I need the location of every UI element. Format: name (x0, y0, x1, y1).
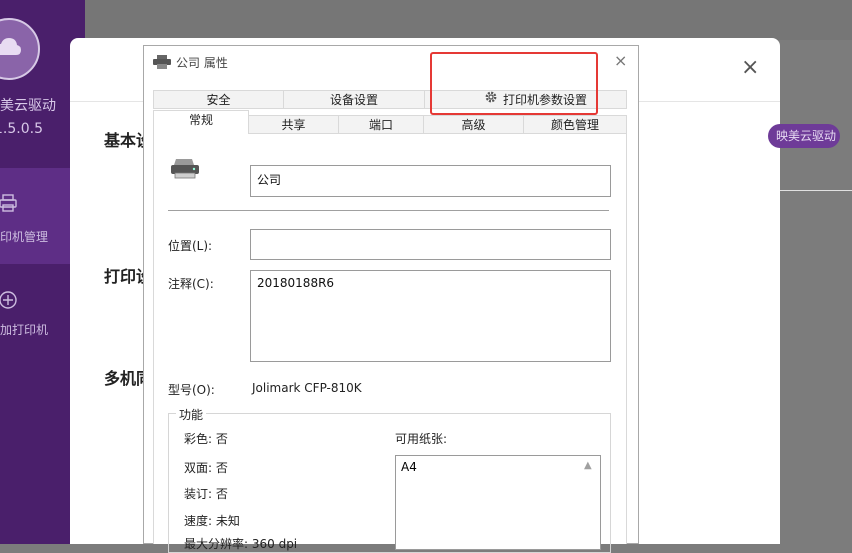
tab-security[interactable]: 安全 (153, 90, 284, 109)
tab-ports[interactable]: 端口 (338, 115, 424, 134)
plus-circle-icon[interactable] (0, 290, 18, 314)
sidebar-item-label: 添加打印机 (0, 323, 49, 337)
comment-label: 注释(C): (168, 277, 214, 291)
tab-advanced[interactable]: 高级 (423, 115, 524, 134)
app-version: 1.5.0.5 (0, 121, 43, 137)
model-value: Jolimark CFP-810K (252, 381, 362, 395)
printer-name-field[interactable]: 公司 (250, 165, 611, 197)
dialog-title: 公司 属性 (176, 56, 228, 70)
cloud-logo-icon (0, 18, 40, 80)
close-icon[interactable]: × (741, 57, 759, 79)
feature-staple: 装订: 否 (184, 487, 228, 501)
feature-color: 彩色: 否 (184, 432, 228, 446)
printer-icon (170, 158, 200, 184)
model-label: 型号(O): (168, 383, 215, 397)
header-band (85, 0, 852, 40)
location-label: 位置(L): (168, 239, 213, 253)
tab-color-management[interactable]: 颜色管理 (523, 115, 627, 134)
cloud-driver-button[interactable]: 映美云驱动 (768, 124, 840, 148)
app-name: 映美云驱动 (0, 98, 56, 114)
features-legend: 功能 (176, 406, 207, 423)
divider (780, 190, 852, 191)
tab-device-settings[interactable]: 设备设置 (283, 90, 425, 109)
divider (168, 210, 609, 211)
close-icon[interactable]: × (614, 51, 627, 70)
location-field[interactable] (250, 229, 611, 260)
list-item[interactable]: A4 (401, 460, 595, 474)
comment-field[interactable]: 20180188R6 (250, 270, 611, 362)
sidebar-item-label: 打印机管理 (0, 230, 49, 244)
highlight-box (430, 52, 598, 115)
feature-duplex: 双面: 否 (184, 461, 228, 475)
scroll-up-arrow-icon[interactable]: ▲ (584, 460, 592, 471)
tab-general[interactable]: 常规 (153, 110, 249, 134)
printer-icon (0, 193, 18, 217)
paper-label: 可用纸张: (395, 432, 448, 446)
tab-sharing[interactable]: 共享 (248, 115, 339, 134)
printer-icon (153, 54, 171, 73)
feature-speed: 速度: 未知 (184, 514, 240, 528)
paper-listbox[interactable]: A4 (395, 455, 601, 550)
